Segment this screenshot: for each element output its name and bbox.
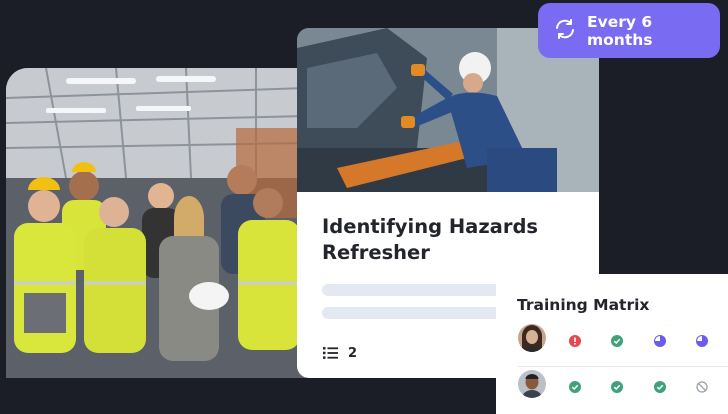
list-icon xyxy=(323,344,338,363)
not-applicable-icon xyxy=(696,378,708,393)
matrix-row[interactable] xyxy=(518,324,728,358)
training-matrix: Training Matrix xyxy=(496,274,728,414)
matrix-row[interactable] xyxy=(518,366,728,401)
complete-icon xyxy=(569,378,581,393)
complete-icon xyxy=(611,332,623,347)
module-count-value: 2 xyxy=(348,346,358,361)
course-title: Identifying Hazards Refresher xyxy=(322,215,539,264)
complete-icon xyxy=(611,378,623,393)
recurrence-label: Every 6 months xyxy=(587,12,653,49)
training-matrix-title: Training Matrix xyxy=(517,296,650,314)
in-progress-icon xyxy=(654,332,666,347)
woman-avatar xyxy=(518,324,546,352)
complete-icon xyxy=(654,378,666,393)
team-photo xyxy=(6,68,306,378)
recurrence-badge: Every 6 months xyxy=(538,3,720,58)
man-avatar xyxy=(518,370,546,398)
in-progress-icon xyxy=(696,332,708,347)
module-count: 2 xyxy=(323,344,357,363)
overdue-icon xyxy=(569,332,581,347)
refresh-icon xyxy=(553,17,577,45)
